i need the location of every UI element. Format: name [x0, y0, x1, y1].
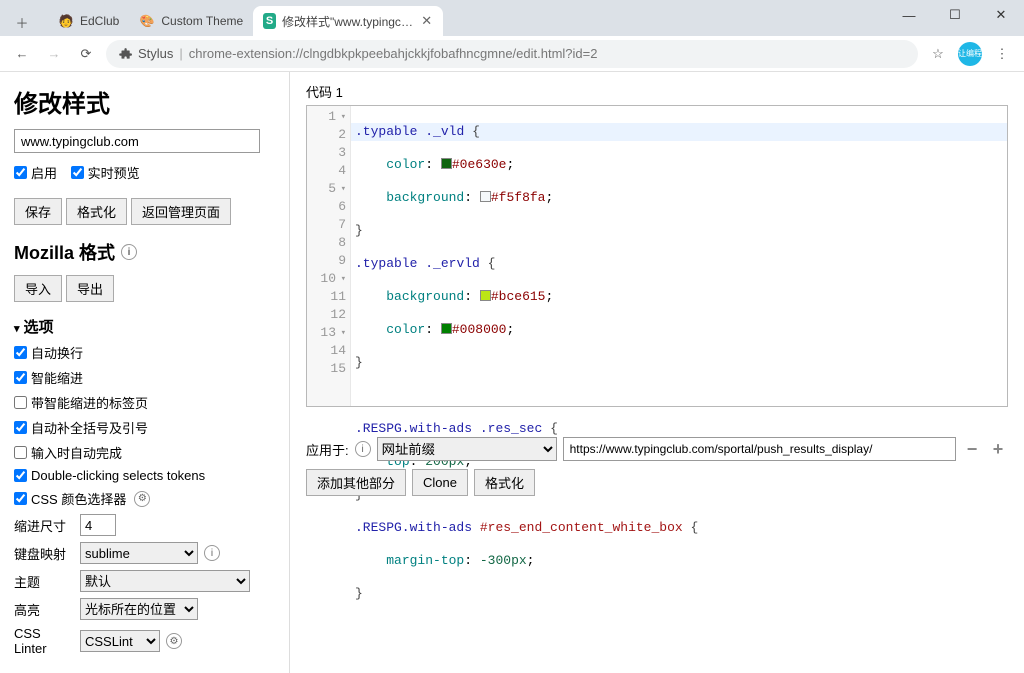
- import-button[interactable]: 导入: [14, 275, 62, 302]
- linter-select[interactable]: CSSLint: [80, 630, 160, 652]
- page-title: 修改样式: [14, 84, 275, 119]
- options-heading[interactable]: 选项: [14, 316, 275, 337]
- forward-button[interactable]: →: [42, 42, 66, 66]
- applies-url-input[interactable]: [563, 437, 956, 461]
- beautify-section-button[interactable]: 格式化: [474, 469, 535, 496]
- export-button[interactable]: 导出: [66, 275, 114, 302]
- gutter: 1▾ 2 3 4 5▾ 6 7 8 9 10▾ 11 12 13▾ 14 15: [307, 106, 351, 406]
- main-panel: 代码 1 1▾ 2 3 4 5▾ 6 7 8 9 10▾ 11 12 13▾ 1…: [290, 72, 1024, 673]
- tab-strip: ＋ 🧑 EdClub 🎨 Custom Theme S 修改样式"www.typ…: [0, 0, 1024, 36]
- opt-doubleclick-tokens[interactable]: Double-clicking selects tokens: [14, 468, 275, 483]
- tab-edclub[interactable]: 🧑 EdClub: [48, 6, 129, 36]
- address-bar: ← → ⟳ Stylus | chrome-extension://clngdb…: [0, 36, 1024, 72]
- lbl-indent: 缩进尺寸: [14, 516, 74, 535]
- live-preview-checkbox[interactable]: 实时预览: [71, 163, 140, 182]
- lbl-keymap: 键盘映射: [14, 544, 74, 563]
- lbl-linter: CSS Linter: [14, 626, 74, 656]
- favicon-edclub: 🧑: [58, 13, 74, 29]
- code-editor[interactable]: 1▾ 2 3 4 5▾ 6 7 8 9 10▾ 11 12 13▾ 14 15 …: [306, 105, 1008, 407]
- back-to-manage-button[interactable]: 返回管理页面: [131, 198, 231, 225]
- applies-label: 应用于:: [306, 440, 349, 459]
- favicon-stylus: S: [263, 13, 276, 29]
- opt-autoclose[interactable]: 自动补全括号及引号: [14, 418, 275, 437]
- star-icon[interactable]: ☆: [926, 42, 950, 66]
- code-section-label: 代码 1: [306, 82, 1008, 101]
- reload-button[interactable]: ⟳: [74, 42, 98, 66]
- highlight-select[interactable]: 光标所在的位置: [80, 598, 198, 620]
- opt-autocomplete[interactable]: 输入时自动完成: [14, 443, 275, 462]
- clone-button[interactable]: Clone: [412, 469, 468, 496]
- beautify-button[interactable]: 格式化: [66, 198, 127, 225]
- save-button[interactable]: 保存: [14, 198, 62, 225]
- back-button[interactable]: ←: [10, 42, 34, 66]
- gear-icon[interactable]: ⚙: [134, 491, 150, 507]
- extension-icon: [118, 47, 132, 61]
- sidebar: 修改样式 启用 实时预览 保存 格式化 返回管理页面 Mozilla 格式i 导…: [0, 72, 290, 673]
- opt-color-picker[interactable]: CSS 颜色选择器⚙: [14, 489, 275, 508]
- mozilla-format-heading: Mozilla 格式i: [14, 239, 275, 265]
- info-icon[interactable]: i: [204, 545, 220, 561]
- window-close[interactable]: ✕: [978, 0, 1024, 30]
- info-icon[interactable]: i: [121, 244, 137, 260]
- favicon-custom-theme: 🎨: [139, 13, 155, 29]
- opt-autowrap[interactable]: 自动换行: [14, 343, 275, 362]
- info-icon[interactable]: i: [355, 441, 371, 457]
- window-maximize[interactable]: ☐: [932, 0, 978, 30]
- omnibox[interactable]: Stylus | chrome-extension://clngdbkpkpee…: [106, 40, 918, 68]
- gear-icon[interactable]: ⚙: [166, 633, 182, 649]
- lbl-highlight: 高亮: [14, 600, 74, 619]
- tab-stylus-edit[interactable]: S 修改样式"www.typingclub.com" ✕: [253, 6, 443, 36]
- add-section-button[interactable]: 添加其他部分: [306, 469, 406, 496]
- applies-type-select[interactable]: 网址前缀: [377, 437, 557, 461]
- new-tab-button[interactable]: ＋: [8, 8, 36, 36]
- profile-avatar[interactable]: 让编程: [958, 42, 982, 66]
- lbl-theme: 主题: [14, 572, 74, 591]
- close-icon[interactable]: ✕: [420, 13, 433, 29]
- remove-section-icon[interactable]: −: [962, 439, 982, 459]
- indent-size-input[interactable]: [80, 514, 116, 536]
- opt-smart-indent-tabs[interactable]: 带智能缩进的标签页: [14, 393, 275, 412]
- enable-checkbox[interactable]: 启用: [14, 163, 57, 182]
- add-section-icon[interactable]: +: [988, 439, 1008, 459]
- keymap-select[interactable]: sublime: [80, 542, 198, 564]
- code-body[interactable]: .typable ._vld { color: #0e630e; backgro…: [351, 106, 1007, 406]
- theme-select[interactable]: 默认: [80, 570, 250, 592]
- menu-icon[interactable]: ⋮: [990, 42, 1014, 66]
- opt-smart-indent[interactable]: 智能缩进: [14, 368, 275, 387]
- style-name-input[interactable]: [14, 129, 260, 153]
- tab-custom-theme[interactable]: 🎨 Custom Theme: [129, 6, 253, 36]
- window-minimize[interactable]: —: [886, 0, 932, 30]
